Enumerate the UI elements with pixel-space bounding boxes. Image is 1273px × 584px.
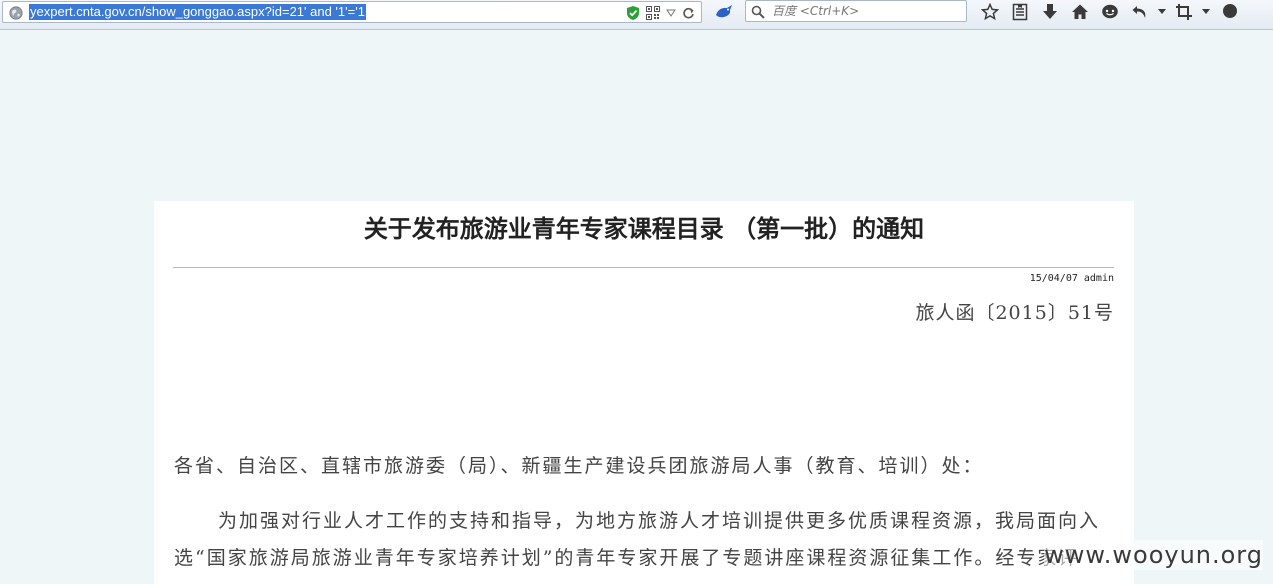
body-line: 为加强对行业人才工作的支持和指导，为地方旅游人才培训提供更多优质课程资源，我局面… [218, 510, 1101, 532]
url-icons [626, 4, 695, 22]
home-icon[interactable] [1065, 1, 1095, 23]
chat-icon[interactable] [1095, 1, 1125, 23]
download-icon[interactable] [1035, 1, 1065, 23]
toolbar-icons [975, 1, 1243, 23]
search-icon [751, 4, 765, 23]
document-number: 旅人函〔2015〕51号 [915, 302, 1114, 324]
body-line: 选“国家旅游局旅游业青年专家培养计划”的青年专家开展了专题讲座课程资源征集工作。… [174, 547, 1080, 569]
crop-icon[interactable] [1169, 1, 1199, 23]
dropdown-arrow-icon[interactable] [666, 9, 676, 17]
crop-dropdown-icon[interactable] [1199, 1, 1213, 23]
bookmark-star-icon[interactable] [975, 1, 1005, 23]
search-placeholder: 百度 <Ctrl+K> [772, 4, 860, 18]
globe-icon [9, 5, 23, 20]
title-divider [173, 267, 1114, 268]
undo-icon[interactable] [1125, 1, 1155, 23]
body-paragraph: 为加强对行业人才工作的支持和指导，为地方旅游人才培训提供更多优质课程资源，我局面… [174, 503, 1104, 577]
salutation: 各省、自治区、直辖市旅游委（局）、新疆生产建设兵团旅游局人事（教育、培训）处： [174, 455, 984, 477]
bird-addon-icon[interactable] [713, 3, 735, 21]
watermark: www.wooyun.org [1044, 540, 1263, 570]
reading-list-icon[interactable] [1005, 1, 1035, 23]
page-title: 关于发布旅游业青年专家课程目录 （第一批）的通知 [363, 214, 925, 243]
more-icon[interactable] [1213, 1, 1243, 23]
search-bar[interactable]: 百度 <Ctrl+K> [745, 0, 967, 22]
qr-code-icon[interactable] [646, 6, 660, 20]
shield-check-icon[interactable] [626, 5, 640, 21]
reload-icon[interactable] [682, 7, 695, 20]
url-text[interactable]: yexpert.cnta.gov.cn/show_gonggao.aspx?id… [29, 4, 366, 20]
address-bar[interactable]: yexpert.cnta.gov.cn/show_gonggao.aspx?id… [2, 1, 702, 23]
browser-toolbar: yexpert.cnta.gov.cn/show_gonggao.aspx?id… [0, 0, 1273, 30]
undo-dropdown-icon[interactable] [1155, 1, 1169, 23]
notice-document: 关于发布旅游业青年专家课程目录 （第一批）的通知 15/04/07 admin … [154, 201, 1134, 584]
post-meta: 15/04/07 admin [1029, 273, 1114, 284]
